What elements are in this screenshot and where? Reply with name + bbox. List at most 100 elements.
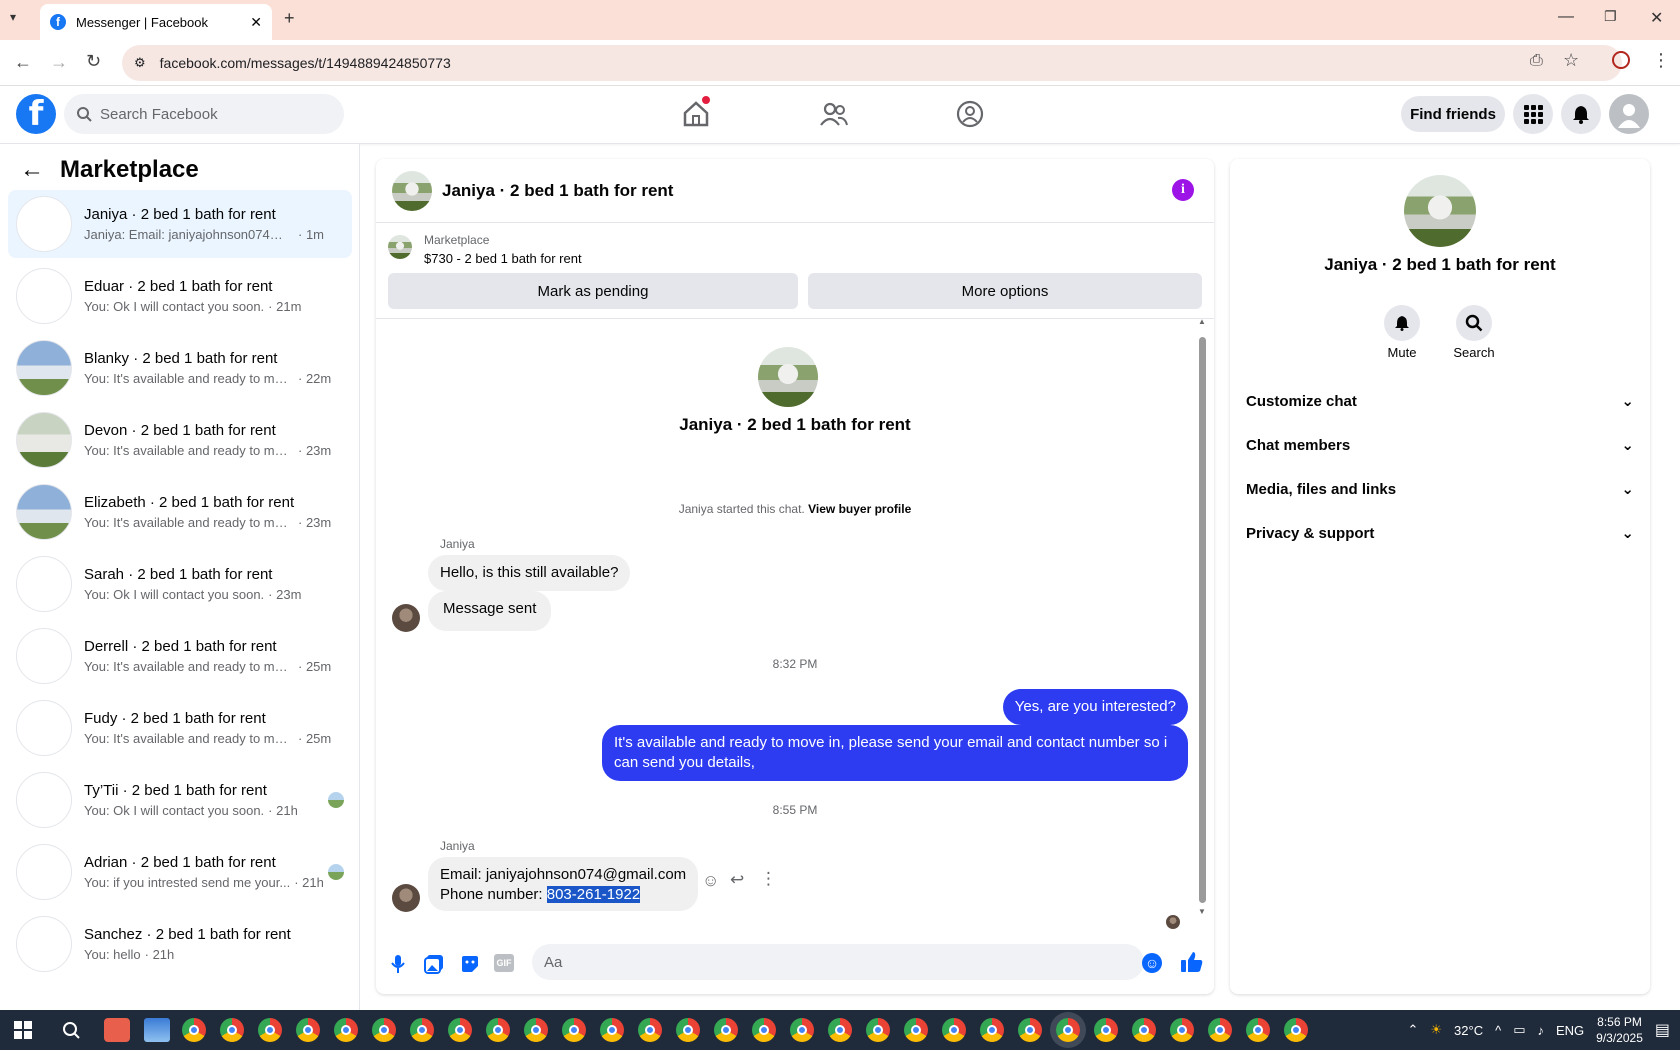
- chat-avatar[interactable]: [392, 170, 432, 211]
- conversation-item[interactable]: Ty’Tii · 2 bed 1 bath for rent You: Ok I …: [8, 766, 352, 834]
- weather-icon[interactable]: ☀: [1430, 1022, 1442, 1038]
- chrome-taskbar-icon[interactable]: [182, 1018, 206, 1042]
- back-arrow-icon[interactable]: ←: [20, 156, 44, 184]
- chrome-taskbar-icon[interactable]: [334, 1018, 358, 1042]
- conversation-item[interactable]: Adrian · 2 bed 1 bath for rent You: if yo…: [8, 838, 352, 906]
- section-chat-members[interactable]: Chat members ⌄: [1246, 423, 1634, 467]
- profile-icon[interactable]: [1612, 51, 1630, 69]
- chrome-taskbar-icon[interactable]: [562, 1018, 586, 1042]
- conversation-item[interactable]: Blanky · 2 bed 1 bath for rent You: It's …: [8, 334, 352, 402]
- chrome-taskbar-icon[interactable]: [1284, 1018, 1308, 1042]
- conversation-item[interactable]: Sanchez · 2 bed 1 bath for rent You: hell…: [8, 910, 352, 978]
- url-text[interactable]: facebook.com/messages/t/1494889424850773: [160, 55, 451, 71]
- chrome-taskbar-icon[interactable]: [410, 1018, 434, 1042]
- windows-start-icon[interactable]: [14, 1021, 32, 1039]
- section-privacy-support[interactable]: Privacy & support ⌄: [1246, 511, 1634, 555]
- back-icon[interactable]: ←: [14, 52, 32, 73]
- site-info-icon[interactable]: ⚙: [134, 55, 146, 71]
- chrome-taskbar-icon[interactable]: [1018, 1018, 1042, 1042]
- menu-grid-icon[interactable]: [1513, 94, 1553, 134]
- sender-avatar[interactable]: [392, 604, 420, 632]
- mark-as-pending-button[interactable]: Mark as pending: [388, 273, 798, 309]
- window-close-icon[interactable]: ✕: [1650, 8, 1663, 28]
- chrome-taskbar-icon[interactable]: [980, 1018, 1004, 1042]
- conversation-item[interactable]: Sarah · 2 bed 1 bath for rent You: Ok I w…: [8, 550, 352, 618]
- chrome-taskbar-icon[interactable]: [942, 1018, 966, 1042]
- facebook-search[interactable]: Search Facebook: [64, 94, 344, 134]
- outgoing-message[interactable]: Yes, are you interested?: [1002, 689, 1188, 725]
- thread-scrollbar[interactable]: ▲ ▼: [1198, 317, 1206, 927]
- chat-title[interactable]: Janiya · 2 bed 1 bath for rent: [442, 181, 673, 201]
- volume-icon[interactable]: ♪: [1537, 1023, 1544, 1038]
- chrome-taskbar-icon[interactable]: [448, 1018, 472, 1042]
- notifications-bell-icon[interactable]: [1561, 94, 1601, 134]
- phone-value-selected[interactable]: 803-261-1922: [546, 886, 641, 903]
- forward-icon[interactable]: →: [50, 52, 68, 73]
- gif-icon[interactable]: GIF: [494, 954, 514, 972]
- view-buyer-profile-link[interactable]: View buyer profile: [808, 502, 911, 516]
- taskbar-search-icon[interactable]: [62, 1021, 80, 1039]
- search-in-chat-button[interactable]: [1456, 305, 1492, 341]
- chrome-taskbar-icon[interactable]: [1208, 1018, 1232, 1042]
- info-avatar[interactable]: [1404, 175, 1476, 247]
- chrome-taskbar-icon[interactable]: [600, 1018, 624, 1042]
- tray-chevron-icon[interactable]: ⌃: [1407, 1022, 1418, 1038]
- microphone-icon[interactable]: [390, 954, 406, 974]
- tab-close-icon[interactable]: ✕: [250, 14, 262, 31]
- chrome-taskbar-icon[interactable]: [1132, 1018, 1156, 1042]
- reply-icon[interactable]: ↩: [730, 870, 744, 890]
- mute-button[interactable]: [1384, 305, 1420, 341]
- section-customize-chat[interactable]: Customize chat ⌄: [1246, 379, 1634, 423]
- more-options-button[interactable]: More options: [808, 273, 1202, 309]
- reload-icon[interactable]: ↻: [86, 51, 101, 72]
- account-avatar[interactable]: [1609, 94, 1649, 134]
- address-bar[interactable]: ⚙ facebook.com/messages/t/14948894248507…: [122, 45, 1622, 81]
- chrome-taskbar-icon[interactable]: [714, 1018, 738, 1042]
- notification-center-icon[interactable]: ▤: [1655, 1020, 1670, 1040]
- chrome-taskbar-icon[interactable]: [1056, 1018, 1080, 1042]
- chrome-taskbar-icon[interactable]: [866, 1018, 890, 1042]
- react-emoji-icon[interactable]: ☺: [702, 871, 719, 891]
- chrome-taskbar-icon[interactable]: [676, 1018, 700, 1042]
- minimize-icon[interactable]: —: [1558, 8, 1574, 26]
- show-hidden-icon[interactable]: ^: [1495, 1023, 1501, 1038]
- tab-search-icon[interactable]: ▾: [10, 10, 16, 24]
- message-input[interactable]: Aa: [532, 944, 1144, 980]
- listing-title[interactable]: $730 - 2 bed 1 bath for rent: [424, 251, 582, 266]
- app-icon[interactable]: [104, 1018, 130, 1042]
- scrollbar-thumb[interactable]: [1199, 337, 1206, 903]
- groups-icon[interactable]: [956, 100, 984, 128]
- like-thumbs-up-icon[interactable]: [1180, 950, 1204, 974]
- photo-icon[interactable]: [424, 954, 444, 974]
- thread-profile-avatar[interactable]: [758, 347, 818, 407]
- incoming-message[interactable]: Message sent: [428, 591, 552, 631]
- chrome-taskbar-icon[interactable]: [258, 1018, 282, 1042]
- find-friends-button[interactable]: Find friends: [1401, 96, 1505, 132]
- chrome-taskbar-icon[interactable]: [1170, 1018, 1194, 1042]
- chrome-taskbar-icon[interactable]: [790, 1018, 814, 1042]
- more-actions-icon[interactable]: ⋮: [760, 869, 777, 889]
- browser-menu-icon[interactable]: ⋮: [1652, 50, 1670, 71]
- conversation-item[interactable]: Eduar · 2 bed 1 bath for rent You: Ok I w…: [8, 262, 352, 330]
- weather-temp[interactable]: 32°C: [1454, 1023, 1483, 1038]
- new-tab-icon[interactable]: +: [284, 8, 295, 29]
- chrome-taskbar-icon[interactable]: [904, 1018, 928, 1042]
- conversation-info-icon[interactable]: i: [1172, 179, 1194, 201]
- chrome-taskbar-icon[interactable]: [296, 1018, 320, 1042]
- chrome-taskbar-icon[interactable]: [220, 1018, 244, 1042]
- conversation-item[interactable]: Elizabeth · 2 bed 1 bath for rent You: It…: [8, 478, 352, 546]
- sticker-icon[interactable]: [460, 954, 480, 974]
- incoming-message[interactable]: Email: janiyajohnson074@gmail.com Phone …: [428, 857, 699, 911]
- bookmark-star-icon[interactable]: ☆: [1563, 50, 1579, 71]
- clock[interactable]: 8:56 PM 9/3/2025: [1596, 1014, 1643, 1046]
- chrome-taskbar-icon[interactable]: [524, 1018, 548, 1042]
- image-viewer-icon[interactable]: [144, 1018, 170, 1042]
- section-media-files-links[interactable]: Media, files and links ⌄: [1246, 467, 1634, 511]
- conversation-item[interactable]: Janiya · 2 bed 1 bath for rent Janiya: Em…: [8, 190, 352, 258]
- chrome-taskbar-icon[interactable]: [638, 1018, 662, 1042]
- conversation-item[interactable]: Fudy · 2 bed 1 bath for rent You: It's av…: [8, 694, 352, 762]
- language-indicator[interactable]: ENG: [1556, 1023, 1584, 1038]
- chrome-taskbar-icon[interactable]: [1094, 1018, 1118, 1042]
- conversation-item[interactable]: Derrell · 2 bed 1 bath for rent You: It's…: [8, 622, 352, 690]
- outgoing-message[interactable]: It's available and ready to move in, ple…: [602, 725, 1188, 781]
